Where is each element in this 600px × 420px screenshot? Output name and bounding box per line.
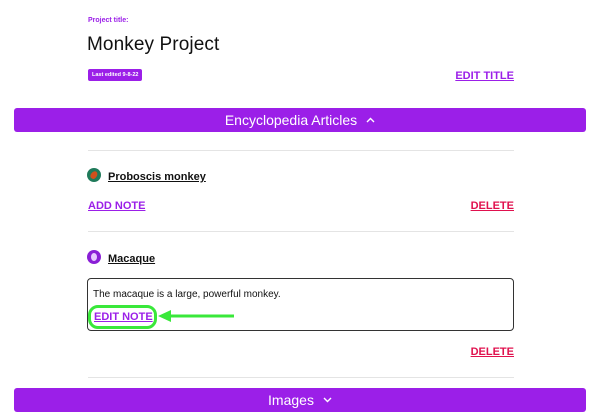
chevron-up-icon (366, 115, 375, 125)
divider (88, 150, 514, 151)
encyclopedia-articles-section-toggle[interactable]: Encyclopedia Articles (14, 108, 586, 132)
section-label: Images (268, 392, 314, 408)
divider (88, 231, 514, 232)
project-title-label: Project title: (88, 17, 129, 24)
add-note-button[interactable]: ADD NOTE (88, 200, 145, 212)
divider (88, 377, 514, 378)
edit-note-button[interactable]: EDIT NOTE (94, 311, 153, 323)
last-edited-badge: Last edited 9-8-22 (88, 69, 143, 81)
proboscis-monkey-icon (87, 168, 101, 182)
article-link-proboscis-monkey[interactable]: Proboscis monkey (108, 171, 206, 183)
annotation-arrow-icon (158, 310, 234, 322)
chevron-down-icon (323, 395, 332, 405)
note-text: The macaque is a large, powerful monkey. (93, 289, 281, 300)
note-box: The macaque is a large, powerful monkey.… (87, 278, 514, 331)
images-section-toggle[interactable]: Images (14, 388, 586, 412)
article-link-macaque[interactable]: Macaque (108, 253, 155, 265)
macaque-icon (87, 250, 101, 264)
edit-title-button[interactable]: EDIT TITLE (455, 70, 514, 82)
delete-button[interactable]: DELETE (471, 346, 514, 358)
delete-button[interactable]: DELETE (471, 200, 514, 212)
project-title: Monkey Project (87, 34, 220, 55)
section-label: Encyclopedia Articles (224, 112, 358, 128)
